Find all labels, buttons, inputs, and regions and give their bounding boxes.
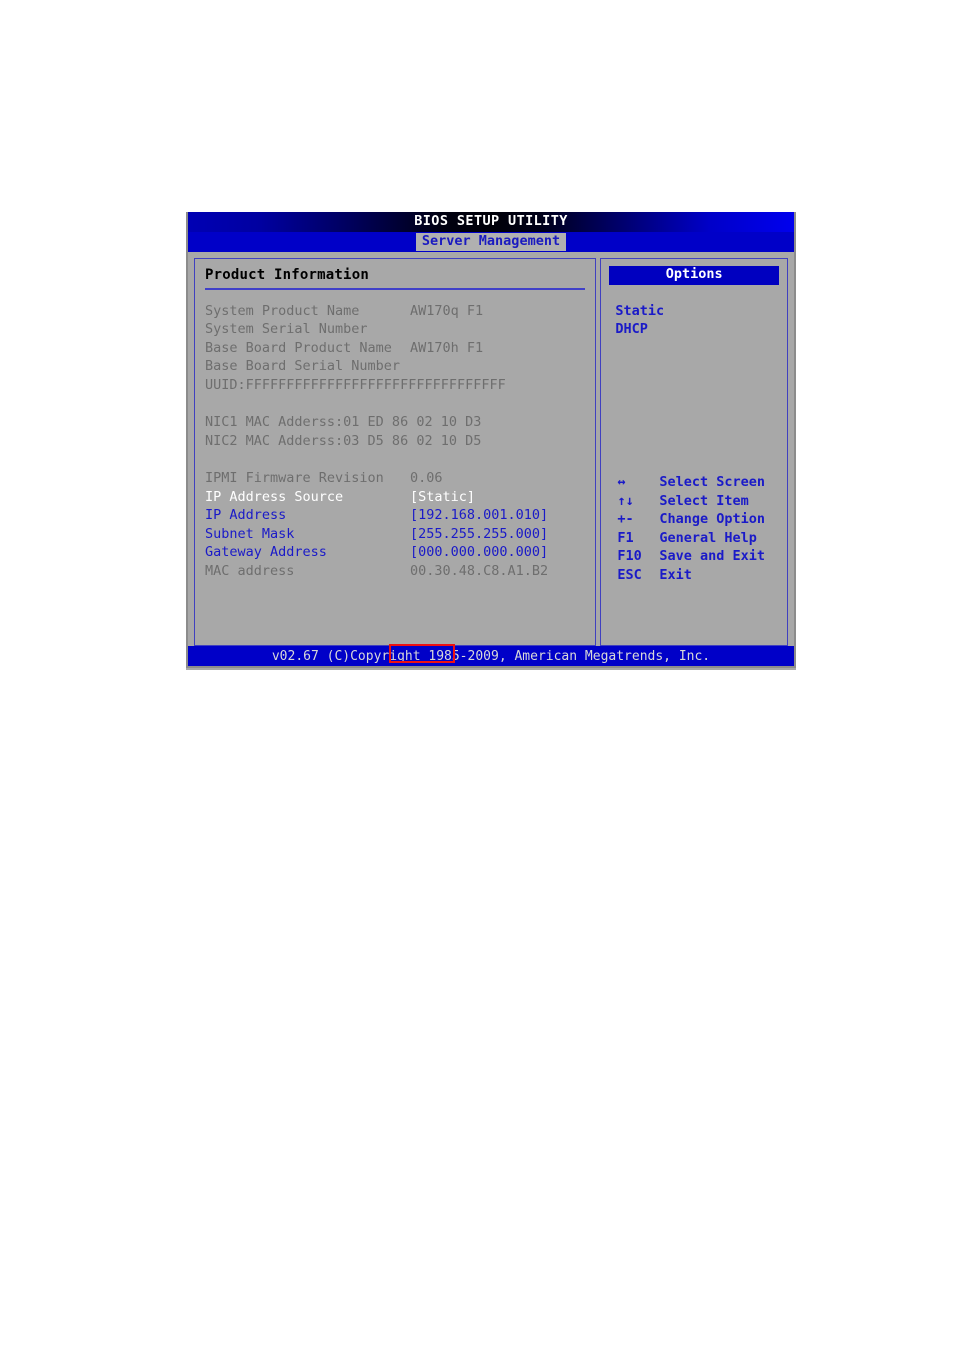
info-row-nic1-mac: NIC1 MAC Adderss:01 ED 86 02 10 D3 <box>205 414 585 433</box>
info-row-nic2-mac: NIC2 MAC Adderss:03 D5 86 02 10 D5 <box>205 432 585 451</box>
bios-body: Product Information System Product Name … <box>186 252 796 646</box>
uuid-value: UUID:FFFFFFFFFFFFFFFFFFFFFFFFFFFFFFFF <box>205 376 506 393</box>
title-bar: BIOS SETUP UTILITY <box>186 212 796 232</box>
setting-row-gateway-address[interactable]: Gateway Address [000.000.000.000] <box>205 544 585 563</box>
row-label: Base Board Product Name <box>205 339 392 356</box>
nic1-mac-value: NIC1 MAC Adderss:01 ED 86 02 10 D3 <box>205 414 482 430</box>
window-title: BIOS SETUP UTILITY <box>414 213 568 230</box>
options-header: Options <box>609 266 779 285</box>
row-value: AW170q F1 <box>410 302 484 319</box>
row-value: AW170h F1 <box>410 339 484 356</box>
copyright-text: v02.67 (C)Copyright 1985-2009, American … <box>271 648 711 664</box>
setting-row-ipmi-firmware-revision: IPMI Firmware Revision 0.06 <box>205 470 585 489</box>
info-row-base-board-serial-number: Base Board Serial Number <box>205 358 585 377</box>
nav-help-change-option: +- Change Option <box>617 511 787 530</box>
bios-setup-window: BIOS SETUP UTILITY Server Management Pro… <box>186 212 796 670</box>
nav-help-save-and-exit: F10 Save and Exit <box>617 548 787 567</box>
row-label: Subnet Mask <box>205 525 295 542</box>
nav-help-action: Exit <box>659 566 692 583</box>
left-right-arrow-icon: ↔ <box>617 474 626 490</box>
row-label: IP Address Source <box>205 488 344 505</box>
setting-row-ip-address[interactable]: IP Address [192.168.001.010] <box>205 507 585 526</box>
row-label: System Serial Number <box>205 321 368 337</box>
row-value: [255.255.255.000] <box>410 525 549 542</box>
tab-server-management[interactable]: Server Management <box>415 233 567 251</box>
option-item-static[interactable]: Static <box>615 302 787 321</box>
nav-help-select-item: ↑↓ Select Item <box>617 492 787 511</box>
option-item-dhcp[interactable]: DHCP <box>615 320 787 339</box>
row-label: MAC address <box>205 562 295 579</box>
info-row-system-product-name: System Product Name AW170q F1 <box>205 302 585 321</box>
nav-help-action: Change Option <box>659 511 765 527</box>
nav-help-action: Select Screen <box>659 474 765 490</box>
footer-bar: v02.67 (C)Copyright 1985-2009, American … <box>186 646 796 668</box>
row-label: IPMI Firmware Revision <box>205 470 384 486</box>
nav-help-exit: ESC Exit <box>617 566 787 585</box>
f10-key-label: F10 <box>617 548 642 564</box>
up-down-arrow-icon: ↑↓ <box>617 492 634 509</box>
nav-help-action: Save and Exit <box>659 548 765 564</box>
setting-row-subnet-mask[interactable]: Subnet Mask [255.255.255.000] <box>205 525 585 544</box>
section-divider <box>205 288 586 290</box>
page-title: Product Information <box>205 267 369 283</box>
esc-key-label: ESC <box>617 566 642 583</box>
info-row-uuid: UUID:FFFFFFFFFFFFFFFFFFFFFFFFFFFFFFFF <box>205 376 585 395</box>
nav-help-general-help: F1 General Help <box>617 529 787 548</box>
nic2-mac-value: NIC2 MAC Adderss:03 D5 86 02 10 D5 <box>205 432 482 449</box>
row-label: IP Address <box>205 507 287 523</box>
info-row-system-serial-number: System Serial Number <box>205 321 585 340</box>
row-value: [192.168.001.010] <box>410 507 549 523</box>
row-value: [000.000.000.000] <box>410 544 549 560</box>
row-value: 00.30.48.C8.A1.B2 <box>410 562 549 579</box>
row-label: Base Board Serial Number <box>205 358 401 374</box>
options-list: Static DHCP <box>615 302 787 339</box>
nav-help-select-screen: ↔ Select Screen <box>617 474 787 493</box>
f1-key-label: F1 <box>617 529 634 546</box>
nav-help-action: General Help <box>659 529 757 546</box>
menu-bar: Server Management <box>186 232 796 252</box>
product-information-panel: Product Information System Product Name … <box>194 258 597 646</box>
row-value: [Static] <box>410 488 476 505</box>
options-panel: Options Static DHCP ↔ Select Screen ↑↓ S… <box>600 258 788 646</box>
row-value: 0.06 <box>410 470 443 486</box>
plus-minus-icon: +- <box>617 511 634 527</box>
setting-row-mac-address: MAC address 00.30.48.C8.A1.B2 <box>205 562 585 581</box>
setting-row-ip-address-source[interactable]: IP Address Source [Static] <box>205 488 585 507</box>
nav-help-action: Select Item <box>659 492 749 509</box>
navigation-help: ↔ Select Screen ↑↓ Select Item +- Change… <box>617 474 787 585</box>
info-row-base-board-product-name: Base Board Product Name AW170h F1 <box>205 339 585 358</box>
row-label: Gateway Address <box>205 544 327 560</box>
row-label: System Product Name <box>205 302 360 319</box>
